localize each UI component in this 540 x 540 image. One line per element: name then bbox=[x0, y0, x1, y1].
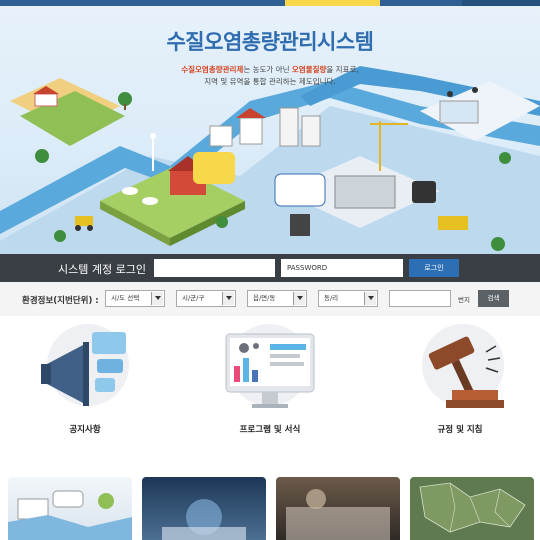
hero-desc-suffix: 을 지표로, bbox=[326, 65, 359, 74]
hero-desc-line2: 지역 및 유역을 통합 관리하는 제도입니다. bbox=[204, 77, 336, 86]
select-sido-value: 시/도 선택 bbox=[111, 294, 140, 302]
hero-description: 수질오염총량관리제는 농도가 아닌 오염물질량을 지표로, 지역 및 유역을 통… bbox=[0, 64, 540, 88]
megaphone-icon bbox=[37, 324, 133, 416]
hero-title: 수질오염총량관리시스템 bbox=[166, 30, 374, 54]
login-id-input[interactable] bbox=[154, 259, 275, 277]
quick-menu-programs[interactable]: 프로그램 및 서식 bbox=[210, 316, 330, 446]
env-info-label: 환경정보(지번단위) : bbox=[22, 296, 99, 306]
quick-menu-regulations[interactable]: 규정 및 지침 bbox=[400, 316, 520, 446]
gavel-icon bbox=[412, 324, 508, 416]
chevron-down-icon bbox=[222, 292, 234, 305]
search-button[interactable]: 검색 bbox=[478, 290, 509, 307]
select-sigungu-value: 시/군/구 bbox=[182, 294, 205, 302]
select-sigungu[interactable]: 시/군/구 bbox=[176, 290, 236, 307]
login-label: 시스템 계정 로그인 bbox=[58, 263, 146, 276]
login-button[interactable]: 로그인 bbox=[409, 259, 459, 277]
thumbnail-technology[interactable] bbox=[142, 477, 266, 540]
select-sido[interactable]: 시/도 선택 bbox=[105, 290, 165, 307]
select-dongri-value: 동/리 bbox=[324, 294, 339, 302]
login-password-input[interactable]: PASSWORD bbox=[281, 259, 403, 277]
chevron-down-icon bbox=[364, 292, 376, 305]
select-dongri[interactable]: 동/리 bbox=[318, 290, 378, 307]
hero-banner: 수질오염총량관리시스템 수질오염총량관리제는 농도가 아닌 오염물질량을 지표로… bbox=[0, 6, 540, 254]
quick-menu-label: 공지사항 bbox=[69, 425, 101, 435]
select-eupmyeondong[interactable]: 읍/면/동 bbox=[247, 290, 307, 307]
hero-desc-term: 수질오염총량관리제 bbox=[181, 65, 244, 74]
login-bar: 시스템 계정 로그인 PASSWORD 로그인 bbox=[0, 254, 540, 282]
monitor-chart-icon bbox=[222, 324, 318, 416]
hero-desc-mid: 는 농도가 아닌 bbox=[243, 65, 292, 74]
thumbnail-watershed-illustration[interactable] bbox=[8, 477, 132, 540]
env-info-search: 환경정보(지번단위) : 시/도 선택 시/군/구 읍/면/동 동/리 번지 검… bbox=[0, 282, 540, 316]
chevron-down-icon bbox=[151, 292, 163, 305]
quick-menu-label: 규정 및 지침 bbox=[437, 425, 483, 435]
hero-desc-highlight: 오염물질량 bbox=[291, 65, 327, 74]
lot-number-input[interactable] bbox=[389, 290, 451, 307]
chevron-down-icon bbox=[293, 292, 305, 305]
quick-menu-label: 프로그램 및 서식 bbox=[239, 425, 301, 435]
select-eupmyeondong-value: 읍/면/동 bbox=[253, 294, 276, 302]
thumbnail-meeting[interactable] bbox=[276, 477, 400, 540]
thumbnail-map[interactable] bbox=[410, 477, 534, 540]
lot-number-label: 번지 bbox=[458, 296, 470, 304]
quick-menu-notice[interactable]: 공지사항 bbox=[25, 316, 145, 446]
